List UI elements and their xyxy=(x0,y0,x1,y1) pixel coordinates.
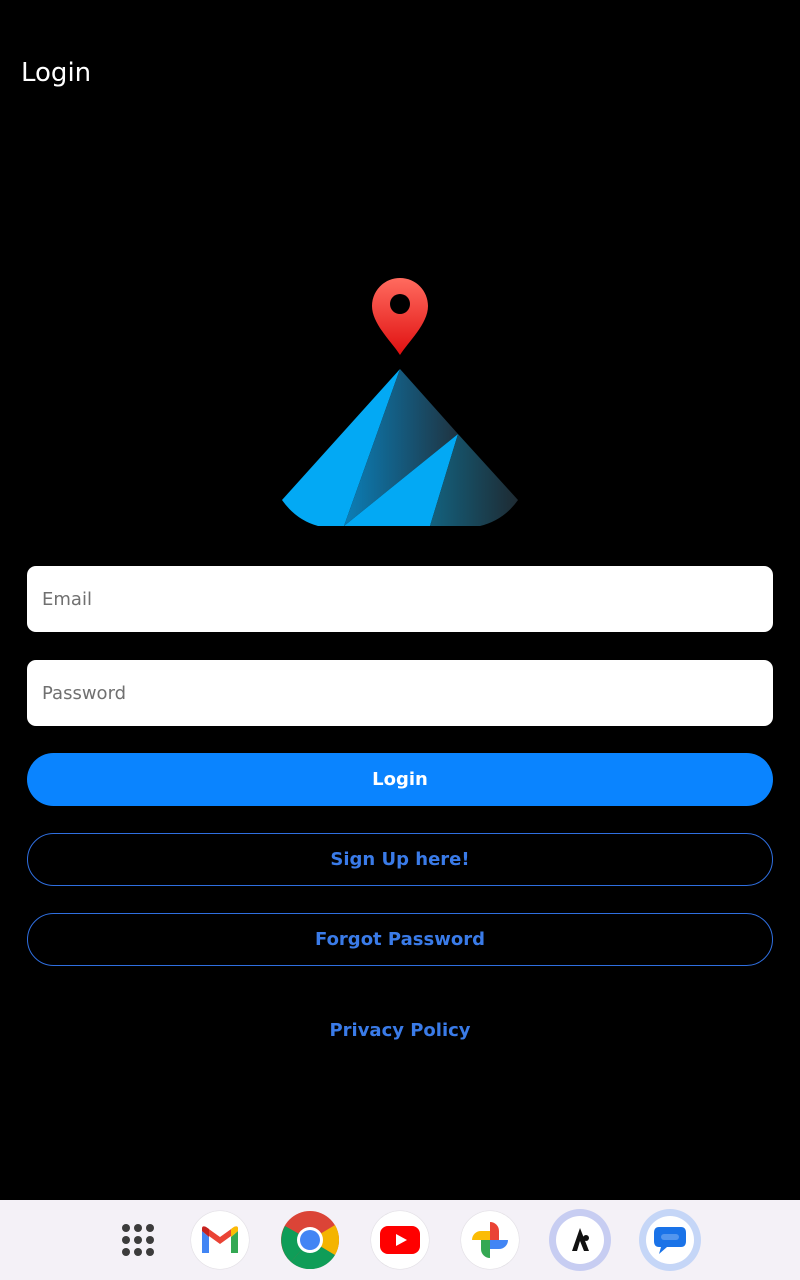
gmail-icon[interactable] xyxy=(191,1211,249,1269)
messages-icon[interactable] xyxy=(639,1209,701,1271)
privacy-policy-link[interactable]: Privacy Policy xyxy=(0,1020,800,1041)
password-input[interactable] xyxy=(40,681,760,705)
custom-app-icon[interactable] xyxy=(549,1209,611,1271)
mountain-icon xyxy=(282,369,518,526)
youtube-icon[interactable] xyxy=(371,1211,429,1269)
page-title: Login xyxy=(21,58,92,88)
login-button[interactable]: Login xyxy=(27,753,773,806)
email-field[interactable] xyxy=(27,566,773,632)
signup-button[interactable]: Sign Up here! xyxy=(27,833,773,886)
app-logo xyxy=(282,278,518,526)
chrome-icon[interactable] xyxy=(281,1211,339,1269)
forgot-password-button[interactable]: Forgot Password xyxy=(27,913,773,966)
app-drawer-icon[interactable] xyxy=(109,1211,167,1269)
password-field[interactable] xyxy=(27,660,773,726)
location-pin-icon xyxy=(372,278,428,355)
photos-icon[interactable] xyxy=(461,1211,519,1269)
taskbar xyxy=(0,1200,800,1280)
email-input[interactable] xyxy=(40,587,760,611)
